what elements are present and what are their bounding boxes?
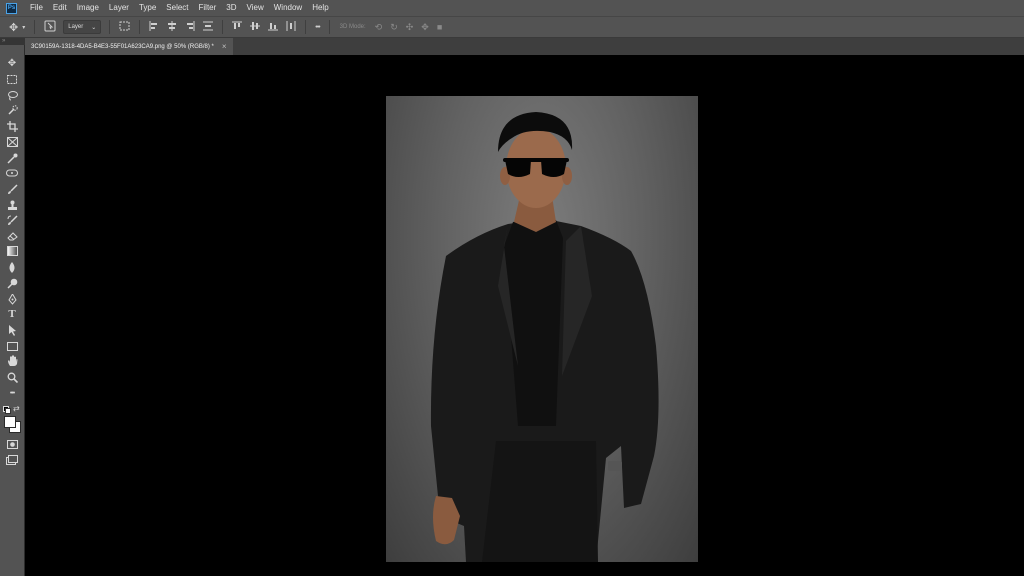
clone-stamp-tool-icon[interactable] <box>4 198 20 212</box>
lasso-tool-icon[interactable] <box>4 88 20 102</box>
hand-tool-icon[interactable] <box>4 354 20 368</box>
portrait-man-in-black-suit <box>430 112 659 562</box>
default-colors-icon[interactable] <box>3 406 11 414</box>
blur-tool-icon[interactable] <box>4 260 20 274</box>
align-vertical-centers-icon[interactable] <box>250 21 261 33</box>
3d-slide-icon[interactable]: ✥ <box>421 22 429 33</box>
menu-3d[interactable]: 3D <box>221 0 241 16</box>
move-tool-preset-icon[interactable]: ✥ <box>9 21 18 34</box>
menu-select[interactable]: Select <box>161 0 193 16</box>
spot-healing-brush-icon[interactable] <box>4 166 20 180</box>
more-options-button[interactable]: ••• <box>315 24 320 31</box>
align-left-edges-icon[interactable] <box>149 21 159 33</box>
pen-tool-icon[interactable] <box>4 292 20 306</box>
marquee-tool-icon[interactable] <box>4 72 20 86</box>
edit-toolbar-button[interactable]: ••• <box>4 386 20 400</box>
menu-filter[interactable]: Filter <box>194 0 222 16</box>
type-tool-icon[interactable]: T <box>4 307 20 321</box>
divider <box>34 20 36 34</box>
options-bar: ✥ ▾ Layer ⌄ ••• 3D Mode: ⟲ ↻ ✣ ✥ ■ <box>0 16 1024 38</box>
align-top-edges-icon[interactable] <box>232 21 243 33</box>
auto-select-icon[interactable] <box>44 20 56 34</box>
frame-tool-icon[interactable] <box>4 135 20 149</box>
foreground-color-swatch[interactable] <box>4 416 16 428</box>
eraser-tool-icon[interactable] <box>4 229 20 243</box>
divider <box>305 20 307 34</box>
3d-roll-icon[interactable]: ↻ <box>390 22 398 33</box>
chevron-down-icon[interactable]: ▾ <box>22 24 25 31</box>
move-tool-icon[interactable]: ✥ <box>4 56 20 70</box>
align-right-edges-icon[interactable] <box>185 21 195 33</box>
zoom-tool-icon[interactable] <box>4 370 20 384</box>
document-tab-bar: 3C90159A-1318-4DA5-B4E3-55F01A623CA9.png… <box>25 38 1024 55</box>
divider <box>109 20 111 34</box>
distribute-horizontal-icon[interactable] <box>286 21 296 33</box>
chevron-down-icon: ⌄ <box>91 24 97 31</box>
crop-tool-icon[interactable] <box>4 119 20 133</box>
divider <box>139 20 141 34</box>
menu-image[interactable]: Image <box>72 0 104 16</box>
auto-select-value: Layer <box>68 24 84 30</box>
menu-window[interactable]: Window <box>269 0 307 16</box>
brush-tool-icon[interactable] <box>4 182 20 196</box>
menu-layer[interactable]: Layer <box>104 0 134 16</box>
quick-mask-icon[interactable] <box>4 437 20 451</box>
gradient-tool-icon[interactable] <box>4 244 20 258</box>
distribute-vertical-icon[interactable] <box>203 21 214 33</box>
transform-controls-icon[interactable] <box>119 21 130 33</box>
document-canvas[interactable] <box>25 55 1024 576</box>
quick-selection-tool-icon[interactable] <box>4 103 20 117</box>
menu-help[interactable]: Help <box>307 0 333 16</box>
menu-file[interactable]: File <box>25 0 48 16</box>
divider <box>222 20 224 34</box>
photoshop-logo-icon: Ps <box>6 2 17 14</box>
divider <box>328 20 330 34</box>
toolbar-collapse-button[interactable]: » <box>0 38 25 45</box>
eyedropper-tool-icon[interactable] <box>4 151 20 165</box>
history-brush-tool-icon[interactable] <box>4 213 20 227</box>
document-tab[interactable]: 3C90159A-1318-4DA5-B4E3-55F01A623CA9.png… <box>25 38 233 55</box>
menu-bar: Ps File Edit Image Layer Type Select Fil… <box>0 0 1024 16</box>
auto-select-dropdown[interactable]: Layer ⌄ <box>63 20 102 34</box>
3d-orbit-icon[interactable]: ⟲ <box>375 22 383 33</box>
menu-edit[interactable]: Edit <box>48 0 72 16</box>
document-tab-title: 3C90159A-1318-4DA5-B4E3-55F01A623CA9.png… <box>31 43 214 50</box>
align-bottom-edges-icon[interactable] <box>268 21 279 33</box>
path-selection-tool-icon[interactable] <box>4 323 20 337</box>
align-horizontal-centers-icon[interactable] <box>167 21 177 33</box>
tools-panel: ✥ T ••• ⇄ <box>0 45 25 576</box>
swap-colors-icon[interactable]: ⇄ <box>13 404 20 413</box>
menu-type[interactable]: Type <box>134 0 161 16</box>
menu-view[interactable]: View <box>242 0 269 16</box>
dodge-tool-icon[interactable] <box>4 276 20 290</box>
rectangle-tool-icon[interactable] <box>4 339 20 353</box>
3d-video-camera-icon[interactable]: ■ <box>437 22 442 32</box>
close-tab-icon[interactable]: × <box>222 42 227 51</box>
screen-mode-icon[interactable] <box>4 453 20 467</box>
photo-image <box>386 96 698 562</box>
3d-mode-label: 3D Mode: <box>339 24 366 30</box>
3d-drag-icon[interactable]: ✣ <box>406 22 414 33</box>
